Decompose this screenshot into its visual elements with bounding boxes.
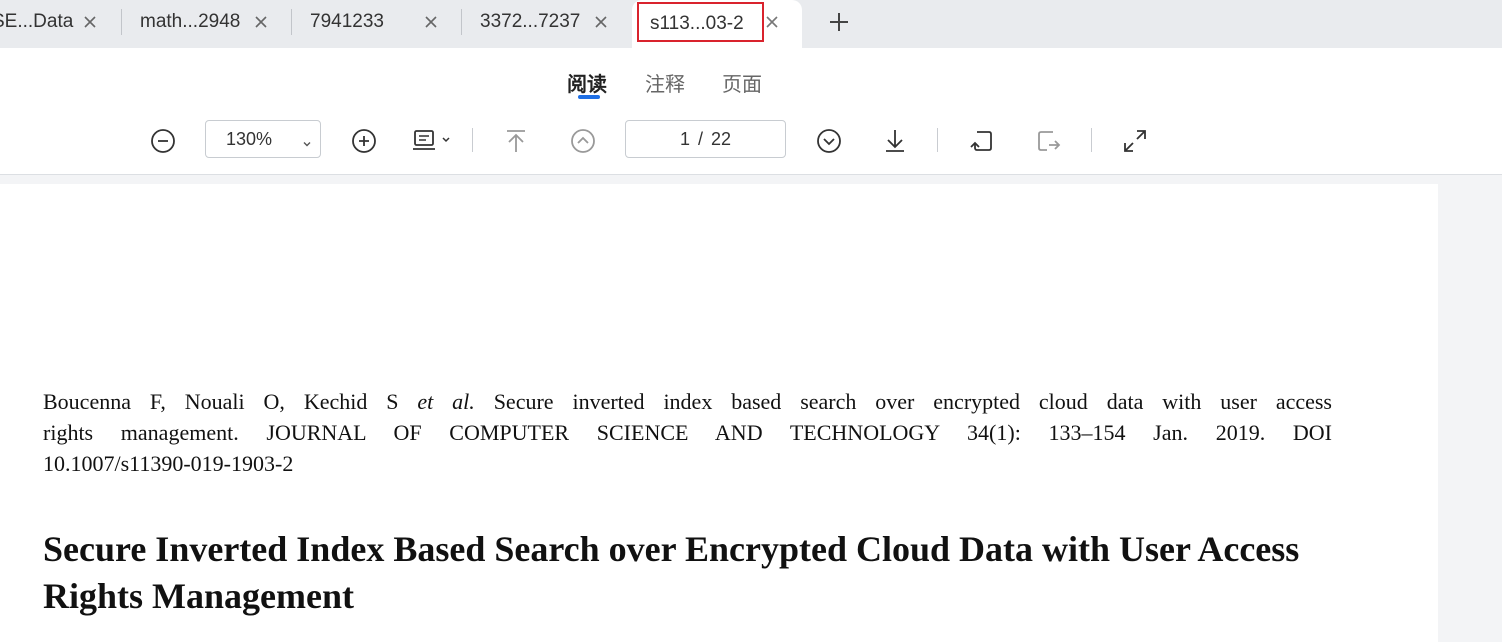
close-icon[interactable] [762, 12, 782, 32]
total-pages: 22 [711, 128, 732, 149]
tab-4[interactable]: 3372...7237 [480, 0, 620, 44]
close-icon[interactable] [421, 12, 441, 32]
tab-strip: SE...Data math...2948 7941233 3372...723… [0, 0, 1502, 48]
tab-annotate[interactable]: 注释 [645, 68, 685, 97]
first-page-icon [507, 130, 525, 152]
citation-etal: et al. [417, 389, 475, 414]
zoom-in-icon [352, 129, 376, 153]
zoom-value: 130% [226, 128, 273, 149]
tab-1[interactable]: SE...Data [0, 0, 112, 44]
citation-block: Boucenna F, Nouali O, Kechid S et al. Se… [43, 386, 1332, 479]
toolbar-divider [472, 128, 473, 152]
toolbar-divider [1091, 128, 1092, 152]
tab-pages[interactable]: 页面 [722, 68, 762, 97]
last-page-button[interactable] [880, 126, 910, 156]
active-mode-indicator [578, 95, 600, 99]
page-indicator[interactable]: 1 / 22 [625, 120, 786, 158]
active-tab-highlight [637, 2, 764, 42]
rotate-right-button[interactable] [1033, 126, 1063, 156]
zoom-out-button[interactable] [148, 126, 178, 156]
tab-divider [121, 9, 122, 35]
citation-line: Boucenna F, Nouali O, Kechid S et al. Se… [43, 386, 1332, 417]
citation-authors: Boucenna F, Nouali O, Kechid S [43, 389, 418, 414]
zoom-out-icon [151, 129, 175, 153]
tab-label: math...2948 [140, 11, 241, 32]
chevron-down-icon [302, 133, 312, 154]
last-page-icon [886, 130, 904, 152]
document-viewport[interactable]: Boucenna F, Nouali O, Kechid S et al. Se… [0, 175, 1502, 644]
previous-page-button[interactable] [568, 126, 598, 156]
tab-label: SE...Data [0, 11, 74, 32]
close-icon[interactable] [80, 12, 100, 32]
new-tab-button[interactable] [825, 8, 853, 36]
next-page-button[interactable] [814, 126, 844, 156]
pdf-page: Boucenna F, Nouali O, Kechid S et al. Se… [0, 184, 1438, 644]
rotate-left-icon [970, 131, 992, 151]
fit-page-icon [413, 130, 450, 150]
tab-divider [461, 9, 462, 35]
tab-label: 3372...7237 [480, 11, 581, 32]
view-mode-bar: 阅读 注释 页面 [0, 48, 1502, 108]
citation-title-part: Secure inverted index based search over … [474, 389, 1332, 414]
rotate-left-button[interactable] [967, 126, 997, 156]
fullscreen-button[interactable] [1120, 126, 1150, 156]
toolbar-divider [937, 128, 938, 152]
zoom-select[interactable]: 130% [205, 120, 321, 158]
pdf-toolbar: 130% 1 / 22 [0, 108, 1502, 175]
close-icon[interactable] [591, 12, 611, 32]
paper-title: Secure Inverted Index Based Search over … [43, 529, 1300, 616]
tab-divider [291, 9, 292, 35]
tab-read[interactable]: 阅读 [567, 68, 607, 97]
tab-3[interactable]: 7941233 [310, 0, 450, 44]
previous-page-icon [571, 129, 595, 153]
tab-2[interactable]: math...2948 [140, 0, 280, 44]
first-page-button[interactable] [501, 126, 531, 156]
current-page[interactable]: 1 [680, 129, 690, 150]
zoom-in-button[interactable] [349, 126, 379, 156]
close-icon[interactable] [251, 12, 271, 32]
fit-page-button[interactable] [410, 126, 456, 156]
next-page-icon [817, 129, 841, 153]
plus-icon [830, 13, 848, 31]
citation-line: rights management. JOURNAL OF COMPUTER S… [43, 420, 1332, 445]
citation-doi: 10.1007/s11390-019-1903-2 [43, 451, 294, 476]
rotate-right-icon [1038, 131, 1061, 151]
page-separator: / [697, 128, 703, 149]
tab-label: 7941233 [310, 11, 384, 32]
fullscreen-icon [1124, 130, 1146, 152]
